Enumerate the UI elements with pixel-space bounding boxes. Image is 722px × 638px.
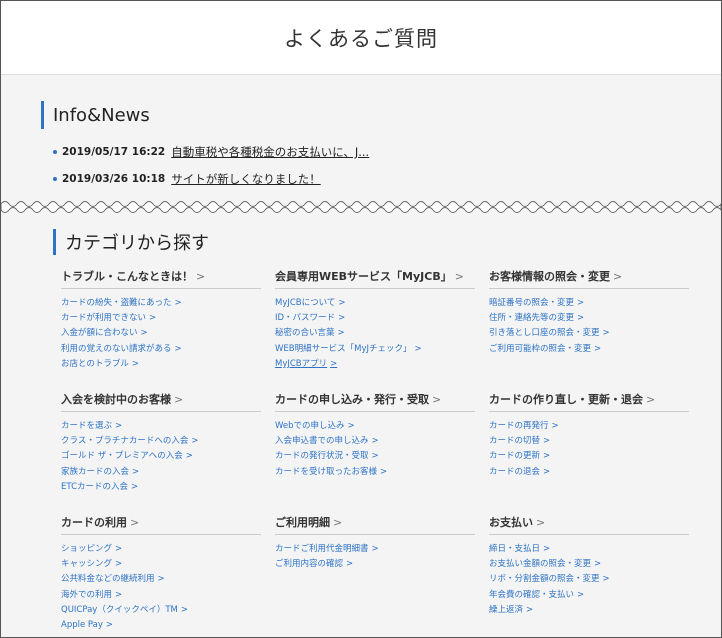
category-link[interactable]: ショッピング > — [61, 542, 261, 557]
category-link[interactable]: ID・パスワード > — [275, 311, 475, 326]
category-link[interactable]: ご利用内容の確認 > — [275, 557, 475, 572]
category-link[interactable]: ETCカードの入会 > — [61, 480, 261, 495]
category-link[interactable]: 繰上返済 > — [489, 603, 689, 618]
category-group-reissue: カードの作り直し・更新・退会 > カードの再発行 > カードの切替 > カードの更新 >… — [489, 391, 689, 480]
category-link[interactable]: 海外での利用 > — [61, 588, 261, 603]
category-link[interactable]: お店とのトラブル > — [61, 357, 261, 372]
news-item: 2019/03/26 10:18 サイトが新しくなりました！ — [53, 172, 369, 186]
category-link[interactable]: ゴールド ザ・プレミアへの入会 > — [61, 449, 261, 464]
category-link[interactable]: お支払い金額の照会・変更 > — [489, 557, 689, 572]
category-group-payment: お支払い > 締日・支払日 > お支払い金額の照会・変更 > リボ・分割金額の照会・変… — [489, 514, 689, 618]
category-group-heading[interactable]: 入会を検討中のお客様 > — [61, 391, 261, 412]
category-link[interactable]: MyJCBについて > — [275, 296, 475, 311]
category-group-myjcb: 会員専用WEBサービス「MyJCB」 > MyJCBについて > ID・パスワード >… — [275, 268, 475, 372]
category-link[interactable]: 住所・連絡先等の変更 > — [489, 311, 689, 326]
news-date: 2019/03/26 10:18 — [62, 173, 166, 185]
category-link[interactable]: 入会申込書での申し込み > — [275, 434, 475, 449]
category-group-customer-info: お客様情報の照会・変更 > 暗証番号の照会・変更 > 住所・連絡先等の変更 > 引き落… — [489, 268, 689, 357]
info-news-heading: Info&News — [41, 101, 150, 129]
category-link[interactable]: カードを受け取ったお客様 > — [275, 465, 475, 480]
category-link[interactable]: 入金が額に合わない > — [61, 326, 261, 341]
category-group-heading[interactable]: お客様情報の照会・変更 > — [489, 268, 689, 289]
category-link[interactable]: Apple Pay > — [61, 618, 261, 633]
category-group-heading[interactable]: カードの利用 > — [61, 514, 261, 535]
bullet-icon — [53, 150, 57, 154]
torn-edge-divider — [1, 193, 721, 213]
category-group-heading[interactable]: ご利用明細 > — [275, 514, 475, 535]
page-title: よくあるご質問 — [284, 26, 438, 51]
news-link[interactable]: 自動車税や各種税金のお支払いに、J... — [171, 144, 369, 160]
category-group-statement: ご利用明細 > カードご利用代金明細書 > ご利用内容の確認 > — [275, 514, 475, 572]
category-link[interactable]: 年会費の確認・支払い > — [489, 588, 689, 603]
category-group-application: カードの申し込み・発行・受取 > Webでの申し込み > 入会申込書での申し込み > … — [275, 391, 475, 480]
page-frame: よくあるご質問 Info&News 2019/05/17 16:22 自動車税や… — [0, 0, 722, 638]
category-link[interactable]: カードが利用できない > — [61, 311, 261, 326]
news-link[interactable]: サイトが新しくなりました！ — [171, 171, 321, 187]
category-link[interactable]: 締日・支払日 > — [489, 542, 689, 557]
news-date: 2019/05/17 16:22 — [62, 146, 166, 158]
category-group-trouble: トラブル・こんなときは！ > カードの紛失・盗難にあった > カードが利用できない >… — [61, 268, 261, 372]
category-link[interactable]: 秘密の合い言葉 > — [275, 326, 475, 341]
category-link[interactable]: カードの再発行 > — [489, 419, 689, 434]
news-list: 2019/05/17 16:22 自動車税や各種税金のお支払いに、J... 20… — [53, 145, 369, 199]
category-link[interactable]: カードを選ぶ > — [61, 419, 261, 434]
category-group-heading[interactable]: 会員専用WEBサービス「MyJCB」 > — [275, 268, 475, 289]
category-link[interactable]: 引き落とし口座の照会・変更 > — [489, 326, 689, 341]
info-news-title: Info&News — [53, 104, 150, 126]
category-link[interactable]: カードの紛失・盗難にあった > — [61, 296, 261, 311]
category-link[interactable]: リボ・分割金額の照会・変更 > — [489, 572, 689, 587]
category-link[interactable]: 暗証番号の照会・変更 > — [489, 296, 689, 311]
category-link[interactable]: カードご利用代金明細書 > — [275, 542, 475, 557]
category-group-heading[interactable]: カードの作り直し・更新・退会 > — [489, 391, 689, 412]
category-link[interactable]: カードの切替 > — [489, 434, 689, 449]
news-item: 2019/05/17 16:22 自動車税や各種税金のお支払いに、J... — [53, 145, 369, 159]
accent-bar — [41, 101, 44, 129]
category-link[interactable]: カードの更新 > — [489, 449, 689, 464]
category-group-heading[interactable]: お支払い > — [489, 514, 689, 535]
page-header: よくあるご質問 — [1, 1, 721, 75]
category-link[interactable]: 公共料金などの継続利用 > — [61, 572, 261, 587]
category-link[interactable]: 家族カードの入会 > — [61, 465, 261, 480]
category-title: カテゴリから探す — [65, 233, 209, 254]
category-group-join: 入会を検討中のお客様 > カードを選ぶ > クラス・プラチナカードへの入会 > ゴール… — [61, 391, 261, 495]
category-link[interactable]: MyJCBアプリ > — [275, 357, 475, 372]
category-link[interactable]: クラス・プラチナカードへの入会 > — [61, 434, 261, 449]
category-heading: カテゴリから探す — [53, 229, 209, 255]
category-group-heading[interactable]: トラブル・こんなときは！ > — [61, 268, 261, 289]
accent-bar — [53, 229, 56, 255]
category-link[interactable]: ご利用可能枠の照会・変更 > — [489, 342, 689, 357]
category-link[interactable]: WEB明細サービス「MyJチェック」 > — [275, 342, 475, 357]
category-group-usage: カードの利用 > ショッピング > キャッシング > 公共料金などの継続利用 > 海外で… — [61, 514, 261, 633]
category-link[interactable]: カードの発行状況・受取 > — [275, 449, 475, 464]
category-link[interactable]: 利用の覚えのない請求がある > — [61, 342, 261, 357]
category-group-heading[interactable]: カードの申し込み・発行・受取 > — [275, 391, 475, 412]
bullet-icon — [53, 177, 57, 181]
category-link[interactable]: キャッシング > — [61, 557, 261, 572]
category-link[interactable]: カードの退会 > — [489, 465, 689, 480]
category-link[interactable]: QUICPay（クイックペイ）TM > — [61, 603, 261, 618]
category-link[interactable]: Webでの申し込み > — [275, 419, 475, 434]
